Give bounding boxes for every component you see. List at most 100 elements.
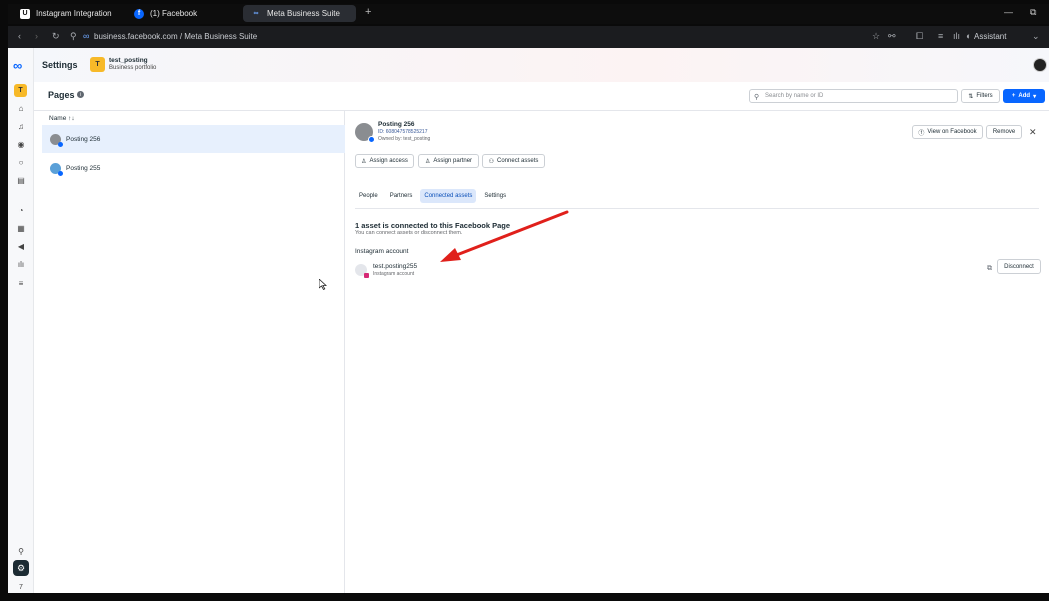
page-name: Posting 256	[378, 121, 415, 128]
connected-assets-subtitle: You can connect assets or disconnect the…	[355, 230, 463, 236]
extensions-icon[interactable]: ⚯	[888, 31, 896, 42]
page-avatar-icon	[50, 162, 63, 176]
content-icon[interactable]: ▤	[15, 174, 27, 186]
view-on-facebook-button[interactable]: ⓕ View on Facebook	[912, 125, 983, 139]
chevron-down-icon: ▾	[1033, 93, 1037, 100]
planner-icon[interactable]: ◔	[15, 204, 27, 216]
settings-gear-icon[interactable]: ⚙	[13, 560, 29, 576]
screenshot-icon[interactable]: ⧠	[916, 31, 923, 42]
tab-label: Meta Business Suite	[267, 9, 340, 18]
tab-meta-business-suite[interactable]: ∞ Meta Business Suite	[243, 5, 356, 22]
info-icon[interactable]: i	[77, 91, 84, 98]
pages-header: Pages i ⚲ Search by name or ID ⇅ Filters…	[34, 82, 1049, 111]
button-label: Assign access	[369, 158, 408, 164]
address-bar: ‹ › ↻ ⚲ ∞ business.facebook.com / Meta B…	[8, 26, 1049, 48]
portfolio-subtitle: Business portfolio	[109, 65, 157, 71]
reader-icon[interactable]: ≡	[938, 31, 943, 41]
bookmark-star-icon[interactable]: ☆	[872, 31, 880, 42]
filters-label: Filters	[976, 93, 993, 99]
button-label: Assign partner	[433, 158, 473, 164]
help-count[interactable]: 7	[15, 581, 27, 593]
page-detail-panel: Posting 256 ID: 608047578525217 Owned by…	[345, 111, 1049, 593]
connect-assets-button[interactable]: ⚇ Connect assets	[482, 154, 545, 168]
notifications-icon[interactable]: ♫	[15, 120, 27, 132]
facebook-icon: f	[134, 8, 144, 19]
tab-partners[interactable]: Partners	[386, 189, 417, 203]
screen: U Instagram Integration f (1) Facebook ∞…	[0, 0, 1049, 601]
tab-label: Instagram Integration	[36, 9, 112, 18]
external-link-icon[interactable]: ⧉	[987, 265, 992, 273]
disconnect-button[interactable]: Disconnect	[997, 259, 1041, 274]
back-icon[interactable]: ‹	[18, 31, 21, 41]
add-button[interactable]: + Add ▾	[1003, 89, 1045, 103]
button-label: View on Facebook	[927, 129, 977, 135]
search-input[interactable]: ⚲ Search by name or ID	[749, 89, 958, 103]
list-item[interactable]: Posting 255	[42, 154, 345, 182]
button-label: Connect assets	[497, 158, 539, 164]
chevron-down-icon[interactable]: ⌄	[1032, 31, 1040, 42]
meta-logo-icon[interactable]: ∞	[13, 58, 22, 73]
person-icon: ♙	[424, 158, 431, 165]
portfolio-badge[interactable]: T	[90, 57, 105, 72]
site-info-icon[interactable]: ⚲	[70, 31, 77, 42]
connect-icon: ⚇	[488, 158, 495, 165]
close-icon[interactable]: ✕	[1029, 127, 1037, 138]
meta-business-suite-app: ∞ T ⌂ ♫ ◉ ○ ▤ ◔ ▦ ◀ ılı ≡ ⚲ ⚙ 7 Settings…	[8, 48, 1049, 593]
browser-tab-bar: U Instagram Integration f (1) Facebook ∞…	[8, 4, 1049, 24]
assistant-button[interactable]: Assistant	[974, 32, 1006, 41]
tab-settings[interactable]: Settings	[480, 189, 510, 203]
grid-icon[interactable]: ▦	[15, 222, 27, 234]
menu-icon[interactable]: ≡	[15, 277, 27, 289]
facebook-icon: ⓕ	[918, 130, 925, 137]
reload-icon[interactable]: ↻	[52, 31, 60, 42]
portfolio-name[interactable]: test_posting	[109, 57, 148, 64]
top-bar: Settings T test_posting Business portfol…	[34, 48, 1049, 82]
ads-megaphone-icon[interactable]: ◀	[15, 240, 27, 252]
filters-button[interactable]: ⇅ Filters	[961, 89, 1000, 103]
url-field[interactable]: business.facebook.com / Meta Business Su…	[94, 32, 257, 41]
tab-people[interactable]: People	[355, 189, 382, 203]
meta-icon: ∞	[253, 10, 259, 17]
home-icon[interactable]: ⌂	[15, 102, 27, 114]
audio-icon[interactable]: ılı	[953, 31, 960, 41]
page-title: Settings	[42, 60, 78, 70]
tab-facebook[interactable]: f (1) Facebook	[126, 5, 205, 22]
profile-icon[interactable]: ◉	[15, 138, 27, 150]
remove-button[interactable]: Remove	[986, 125, 1022, 139]
button-label: Remove	[992, 129, 1016, 135]
assign-access-button[interactable]: ♙ Assign access	[355, 154, 414, 168]
search-icon[interactable]: ⚲	[15, 545, 27, 557]
mouse-cursor-icon	[319, 279, 327, 290]
instagram-avatar-icon	[355, 264, 369, 278]
restore-icon[interactable]: ⧉	[1030, 7, 1036, 18]
connected-assets-title: 1 asset is connected to this Facebook Pa…	[355, 221, 511, 230]
meta-icon: ∞	[83, 31, 90, 41]
list-item[interactable]: Posting 256	[42, 125, 345, 153]
tab-instagram-integration[interactable]: U Instagram Integration	[12, 5, 120, 22]
list-item-label: Posting 255	[66, 164, 101, 172]
list-item-label: Posting 256	[66, 135, 101, 143]
inbox-icon[interactable]: ○	[15, 156, 27, 168]
tab-connected-assets[interactable]: Connected assets	[420, 189, 477, 203]
avatar[interactable]	[1033, 58, 1047, 72]
new-tab-button[interactable]: +	[365, 6, 371, 18]
search-icon: ⚲	[754, 94, 760, 101]
portfolio-badge[interactable]: T	[14, 84, 27, 97]
search-placeholder: Search by name or ID	[765, 93, 824, 99]
page-avatar-icon	[50, 133, 63, 147]
divider	[355, 208, 1039, 209]
plus-icon: +	[1011, 93, 1016, 99]
minimize-icon[interactable]: —	[1004, 7, 1013, 17]
page-id[interactable]: ID: 608047578525217	[378, 129, 428, 135]
button-label: Disconnect	[1004, 263, 1034, 270]
assign-partner-button[interactable]: ♙ Assign partner	[418, 154, 479, 168]
page-avatar-icon	[355, 123, 375, 143]
insights-icon[interactable]: ılı	[15, 258, 27, 270]
add-label: Add	[1018, 93, 1031, 99]
page-owner: Owned by: test_posting	[378, 136, 431, 142]
assistant-icon[interactable]: ◐	[966, 31, 971, 41]
site-icon: U	[20, 8, 30, 19]
left-navigation-rail: ∞ T ⌂ ♫ ◉ ○ ▤ ◔ ▦ ◀ ılı ≡ ⚲ ⚙ 7	[8, 48, 34, 593]
forward-icon[interactable]: ›	[35, 31, 38, 41]
name-column-header[interactable]: Name ↑↓	[49, 115, 75, 122]
